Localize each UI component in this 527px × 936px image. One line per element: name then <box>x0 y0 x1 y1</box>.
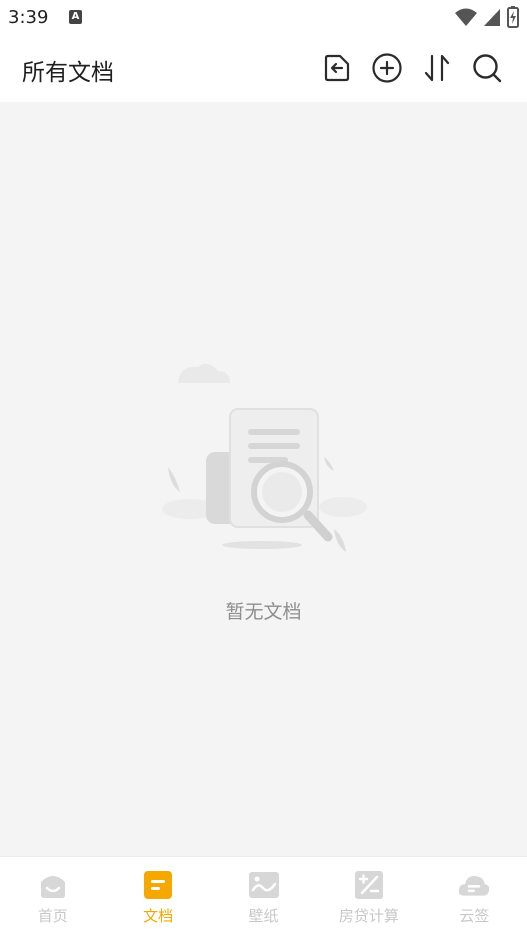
empty-message: 暂无文档 <box>225 601 302 623</box>
status-bar: 3:39 A <box>0 0 527 36</box>
nav-item-wallpaper[interactable]: 壁纸 <box>211 857 316 936</box>
signal-icon <box>484 9 500 26</box>
home-icon <box>37 869 69 901</box>
empty-state: 暂无文档 <box>0 102 527 856</box>
page-title: 所有文档 <box>22 60 114 86</box>
notification-a-icon: A <box>69 10 82 24</box>
nav-item-home[interactable]: 首页 <box>0 857 105 936</box>
nav-item-calculator[interactable]: 房贷计算 <box>316 857 421 936</box>
import-button[interactable] <box>319 50 355 86</box>
search-button[interactable] <box>469 50 505 86</box>
status-icons <box>455 6 519 28</box>
wifi-icon <box>455 8 477 26</box>
toolbar <box>319 50 505 86</box>
import-icon <box>324 54 350 82</box>
wallpaper-icon <box>248 869 280 901</box>
battery-icon <box>507 6 519 28</box>
nav-label-calculator: 房贷计算 <box>338 907 399 925</box>
add-icon <box>372 53 402 83</box>
bottom-nav: 首页 文档 壁纸 房贷计算 云签 <box>0 856 527 936</box>
nav-item-cloud[interactable]: 云签 <box>422 857 527 936</box>
document-icon <box>142 869 174 901</box>
screen: 3:39 A 所有文档 暂无文档 首页 文档 壁纸 房贷计算 云签 <box>0 0 527 936</box>
calculator-icon <box>353 869 385 901</box>
status-time: 3:39 <box>8 7 49 28</box>
app-bar: 所有文档 <box>0 36 527 102</box>
nav-label-wallpaper: 壁纸 <box>248 907 279 925</box>
nav-label-cloud: 云签 <box>459 907 490 925</box>
sort-icon <box>424 54 450 82</box>
sort-button[interactable] <box>419 50 455 86</box>
cloud-icon <box>458 869 490 901</box>
search-icon <box>473 54 502 83</box>
nav-item-document[interactable]: 文档 <box>105 857 210 936</box>
nav-label-document: 文档 <box>143 907 174 925</box>
empty-document-illustration <box>162 363 367 552</box>
nav-label-home: 首页 <box>37 907 68 925</box>
add-button[interactable] <box>369 50 405 86</box>
